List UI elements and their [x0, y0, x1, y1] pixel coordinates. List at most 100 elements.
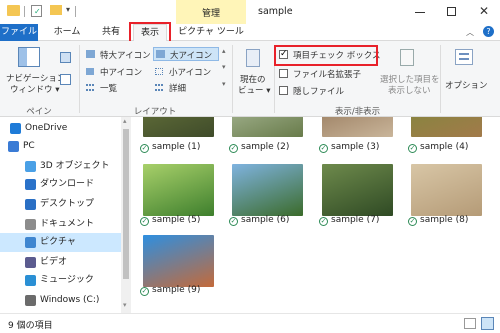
quick-access-properties-icon[interactable]: ✓ [31, 5, 42, 17]
minimize-button[interactable] [404, 0, 436, 24]
tab-home[interactable]: ホーム [50, 24, 84, 41]
pictures-icon [25, 237, 36, 248]
file-list: ✓ sample (1) ✓ sample (2) ✓ sample (3) ✓ sample… [131, 117, 500, 313]
collapse-ribbon-icon[interactable]: ︿ [466, 27, 474, 38]
hide-selected-button[interactable]: 選択した項目を 表示しない [380, 47, 440, 101]
hide-selected-label-2: 表示しない [388, 86, 431, 96]
thumbnail-image[interactable] [411, 164, 482, 216]
file-name-label[interactable]: ✓ sample (4) [408, 142, 492, 153]
small-icons-icon [155, 68, 163, 75]
file-name-label[interactable]: ✓ sample (1) [140, 142, 224, 153]
check-circle-icon[interactable]: ✓ [319, 144, 328, 153]
scroll-thumb[interactable] [123, 129, 129, 279]
layout-large-icons[interactable]: 大アイコン [153, 47, 219, 61]
file-name-label[interactable]: ✓ sample (5) [140, 215, 224, 226]
nav-item[interactable]: ミュージック [0, 271, 121, 290]
file-extensions-option[interactable]: ファイル名拡張子 [279, 67, 379, 81]
details-view-toggle[interactable] [464, 318, 476, 329]
file-extensions-checkbox[interactable] [279, 69, 288, 78]
hidden-items-option[interactable]: 隠しファイル [279, 84, 379, 98]
thumbnail-image[interactable] [232, 117, 303, 137]
current-view-button[interactable]: 現在の ビュー ▾ [236, 47, 272, 101]
layout-small-icons[interactable]: 小アイコン [153, 65, 219, 78]
nav-scrollbar[interactable]: ▴ ▾ [121, 117, 131, 313]
scroll-up-icon[interactable]: ▴ [123, 117, 127, 125]
minimize-icon [415, 12, 425, 13]
check-circle-icon[interactable]: ✓ [408, 217, 417, 226]
file-name-label[interactable]: ✓ sample (3) [319, 142, 403, 153]
nav-item[interactable]: デスクトップ [0, 195, 121, 214]
tab-file[interactable]: ファイル [0, 24, 38, 41]
nav-item-label: デスクトップ [40, 199, 95, 209]
close-button[interactable]: ✕ [468, 0, 500, 24]
nav-item[interactable]: 3D オブジェクト [0, 157, 121, 176]
tab-picture-tools[interactable]: ピクチャ ツール [176, 24, 246, 41]
check-circle-icon[interactable]: ✓ [408, 144, 417, 153]
nav-item[interactable]: ドキュメント [0, 215, 121, 234]
nav-item[interactable]: Windows (C:) [0, 291, 121, 310]
check-circle-icon[interactable]: ✓ [140, 287, 149, 296]
nav-item[interactable]: ピクチャ [0, 233, 121, 252]
maximize-button[interactable] [436, 0, 468, 24]
layout-list[interactable]: 一覧 [86, 81, 152, 94]
file-name: sample (2) [241, 142, 290, 152]
file-name-label[interactable]: ✓ sample (8) [408, 215, 492, 226]
check-circle-icon[interactable]: ✓ [140, 144, 149, 153]
nav-item-label: OneDrive [25, 123, 68, 133]
close-icon: ✕ [479, 4, 490, 18]
desktop-icon [25, 199, 36, 210]
check-circle-icon[interactable]: ✓ [229, 144, 238, 153]
hide-selected-icon [400, 49, 414, 66]
layout-medium-icons[interactable]: 中アイコン [86, 65, 152, 78]
navigation-pane: OneDrive PC 3D オブジェクトダウンロードデスクトップドキュメント ピクチ… [0, 117, 121, 313]
extra-large-icons-icon [86, 50, 95, 58]
cloud-icon [10, 123, 21, 134]
file-name: sample (9) [152, 285, 201, 295]
hidden-items-checkbox[interactable] [279, 86, 288, 95]
options-button[interactable]: オプション [443, 47, 489, 101]
file-name-label[interactable]: ✓ sample (7) [319, 215, 403, 226]
thumbnail-image[interactable] [143, 164, 214, 216]
scroll-down-icon[interactable]: ▾ [123, 301, 127, 309]
file-name-label[interactable]: ✓ sample (9) [140, 285, 224, 296]
layout-scroll-up-icon[interactable]: ▴ [222, 47, 226, 55]
layout-details-label: 詳細 [169, 84, 187, 94]
check-circle-icon[interactable]: ✓ [229, 217, 238, 226]
tab-share[interactable]: 共有 [94, 24, 128, 41]
quick-access-new-folder-icon[interactable] [50, 5, 62, 15]
layout-more-icon[interactable]: ▾ [222, 80, 226, 88]
preview-pane-icon[interactable] [60, 52, 71, 63]
nav-item[interactable]: PC [0, 137, 121, 156]
layout-large-label: 大アイコン [170, 51, 213, 61]
layout-extra-large-icons[interactable]: 特大アイコン [86, 48, 152, 61]
check-circle-icon[interactable]: ✓ [319, 217, 328, 226]
nav-item-label: 3D オブジェクト [40, 161, 110, 171]
nav-pane-button[interactable]: ナビゲーション ウィンドウ ▾ [4, 45, 65, 101]
layout-group-label: レイアウト [133, 107, 177, 117]
file-name: sample (3) [331, 142, 380, 152]
drive-icon [25, 295, 36, 306]
file-name: sample (5) [152, 215, 201, 225]
check-circle-icon[interactable]: ✓ [140, 217, 149, 226]
thumbnail-image[interactable] [143, 235, 214, 287]
separator [440, 45, 441, 113]
large-icons-view-toggle[interactable] [481, 317, 494, 330]
thumbnail-image[interactable] [411, 117, 482, 137]
thumbnail-image[interactable] [143, 117, 214, 137]
ribbon-tab-bar: ファイル ホーム 共有 表示 ピクチャ ツール ︿ ? [0, 24, 500, 42]
nav-item[interactable]: ダウンロード [0, 175, 121, 194]
details-pane-icon[interactable] [60, 74, 71, 85]
thumbnail-image[interactable] [322, 164, 393, 216]
chevron-down-icon[interactable]: ▾ [66, 5, 70, 14]
thumbnail-image[interactable] [232, 164, 303, 216]
thumbnail-image[interactable] [322, 117, 393, 137]
nav-item[interactable]: OneDrive [0, 119, 121, 138]
layout-scroll-down-icon[interactable]: ▾ [222, 63, 226, 71]
nav-item[interactable]: ビデオ [0, 253, 121, 272]
help-icon[interactable]: ? [483, 26, 494, 37]
layout-details[interactable]: 詳細 [153, 81, 219, 94]
separator [79, 45, 80, 113]
large-icons-icon [156, 50, 165, 58]
file-name-label[interactable]: ✓ sample (6) [229, 215, 313, 226]
file-name-label[interactable]: ✓ sample (2) [229, 142, 313, 153]
